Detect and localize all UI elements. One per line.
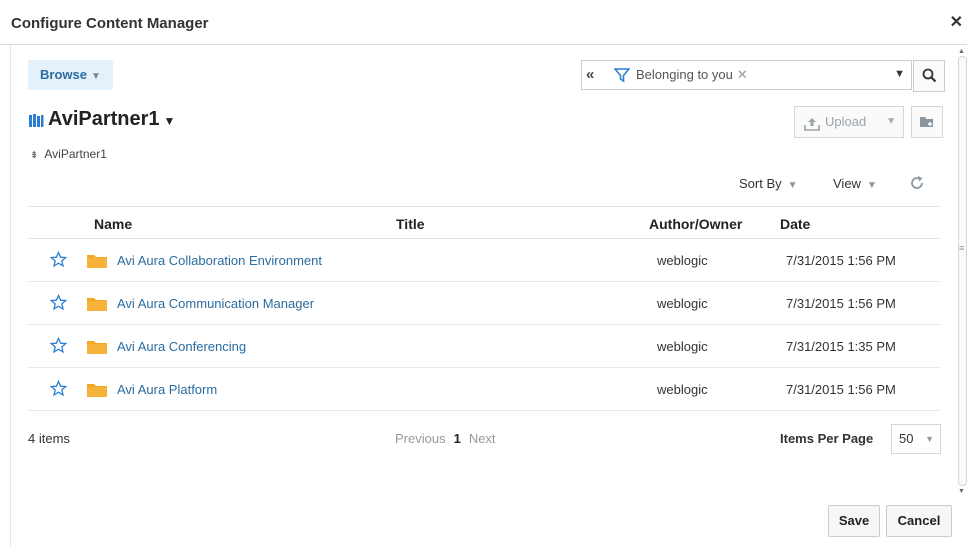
close-icon[interactable]: ✕: [950, 12, 963, 32]
sort-by-menu[interactable]: Sort By ▼: [739, 176, 798, 191]
chevron-down-icon: ▼: [866, 180, 877, 191]
browse-button[interactable]: Browse ▼: [28, 60, 113, 90]
column-date-header[interactable]: Date: [780, 216, 810, 232]
view-menu[interactable]: View ▼: [833, 176, 877, 191]
scrollbar-thumb[interactable]: [958, 56, 967, 486]
filter-chip[interactable]: Belonging to you ✕: [636, 67, 748, 83]
items-per-page-value: 50: [899, 431, 914, 446]
upload-label: Upload: [825, 114, 867, 129]
save-button[interactable]: Save: [828, 505, 880, 537]
table-row[interactable]: Avi Aura Platform weblogic 7/31/2015 1:5…: [28, 368, 940, 411]
search-icon: [922, 68, 937, 83]
item-author: weblogic: [657, 296, 708, 311]
item-name-link[interactable]: Avi Aura Platform: [117, 382, 217, 397]
folder-icon: [86, 339, 108, 358]
sort-by-label: Sort By: [739, 176, 782, 191]
pagination: Previous 1 Next: [395, 431, 496, 446]
favorite-star-icon[interactable]: [49, 379, 68, 400]
chevron-down-icon: ▼: [787, 180, 798, 191]
scroll-up-icon[interactable]: ▲: [958, 48, 965, 55]
column-title-header[interactable]: Title: [396, 216, 425, 232]
favorite-star-icon[interactable]: [49, 293, 68, 314]
dialog-title: Configure Content Manager: [11, 15, 209, 32]
chevron-down-icon: ▼: [90, 71, 101, 82]
location-title-text: AviPartner1: [48, 108, 160, 130]
next-page-link[interactable]: Next: [469, 431, 496, 446]
search-dropdown-icon[interactable]: ▼: [894, 68, 905, 80]
chevron-down-icon: ▼: [163, 114, 176, 128]
item-author: weblogic: [657, 339, 708, 354]
refresh-icon[interactable]: [908, 174, 926, 195]
upload-icon: [803, 113, 821, 143]
current-page[interactable]: 1: [454, 431, 461, 446]
vertical-scrollbar[interactable]: ▲ ≡ ▼: [956, 48, 967, 498]
table-row[interactable]: Avi Aura Conferencing weblogic 7/31/2015…: [28, 325, 940, 368]
new-folder-button[interactable]: [911, 106, 943, 138]
cancel-button[interactable]: Cancel: [886, 505, 952, 537]
item-author: weblogic: [657, 253, 708, 268]
search-filter-box[interactable]: « Belonging to you ✕ ▼: [581, 60, 912, 90]
chevron-down-icon: ▼: [886, 116, 896, 127]
breadcrumb[interactable]: ⇟ AviPartner1: [30, 147, 107, 161]
remove-filter-icon[interactable]: ✕: [737, 67, 748, 82]
scroll-down-icon[interactable]: ▼: [958, 488, 965, 495]
upload-button[interactable]: Upload ▼: [794, 106, 904, 138]
filter-chip-label: Belonging to you: [636, 67, 733, 82]
browse-label: Browse: [40, 67, 87, 82]
content-table: Name Title Author/Owner Date Avi Aura Co…: [28, 206, 940, 411]
new-folder-icon: [920, 117, 933, 127]
item-date: 7/31/2015 1:56 PM: [786, 253, 896, 268]
item-date: 7/31/2015 1:56 PM: [786, 382, 896, 397]
folder-icon: [86, 382, 108, 401]
item-author: weblogic: [657, 382, 708, 397]
items-per-page-select[interactable]: 50 ▼: [891, 424, 941, 454]
dialog-border: [10, 44, 11, 546]
search-button[interactable]: [913, 60, 945, 92]
scroll-grip-icon: ≡: [959, 243, 965, 253]
table-header: Name Title Author/Owner Date: [28, 206, 940, 239]
favorite-star-icon[interactable]: [49, 250, 68, 271]
breadcrumb-item: AviPartner1: [44, 147, 107, 161]
table-row[interactable]: Avi Aura Collaboration Environment weblo…: [28, 239, 940, 282]
dialog-header: Configure Content Manager ✕: [0, 0, 967, 45]
item-name-link[interactable]: Avi Aura Communication Manager: [117, 296, 314, 311]
folder-icon: [86, 253, 108, 272]
view-label: View: [833, 176, 861, 191]
library-icon: [28, 112, 44, 135]
previous-page-link[interactable]: Previous: [395, 431, 446, 446]
item-count: 4 items: [28, 431, 70, 446]
item-name-link[interactable]: Avi Aura Collaboration Environment: [117, 253, 322, 268]
column-author-header[interactable]: Author/Owner: [649, 216, 742, 232]
tree-arrow-icon: ⇟: [30, 150, 39, 161]
chevron-down-icon: ▼: [925, 434, 934, 444]
collapse-double-chevron-icon[interactable]: «: [586, 66, 594, 83]
item-date: 7/31/2015 1:35 PM: [786, 339, 896, 354]
folder-icon: [86, 296, 108, 315]
column-name-header[interactable]: Name: [94, 216, 132, 232]
table-row[interactable]: Avi Aura Communication Manager weblogic …: [28, 282, 940, 325]
filter-icon: [613, 67, 631, 86]
favorite-star-icon[interactable]: [49, 336, 68, 357]
items-per-page-label: Items Per Page: [780, 431, 874, 446]
item-name-link[interactable]: Avi Aura Conferencing: [117, 339, 246, 354]
item-date: 7/31/2015 1:56 PM: [786, 296, 896, 311]
